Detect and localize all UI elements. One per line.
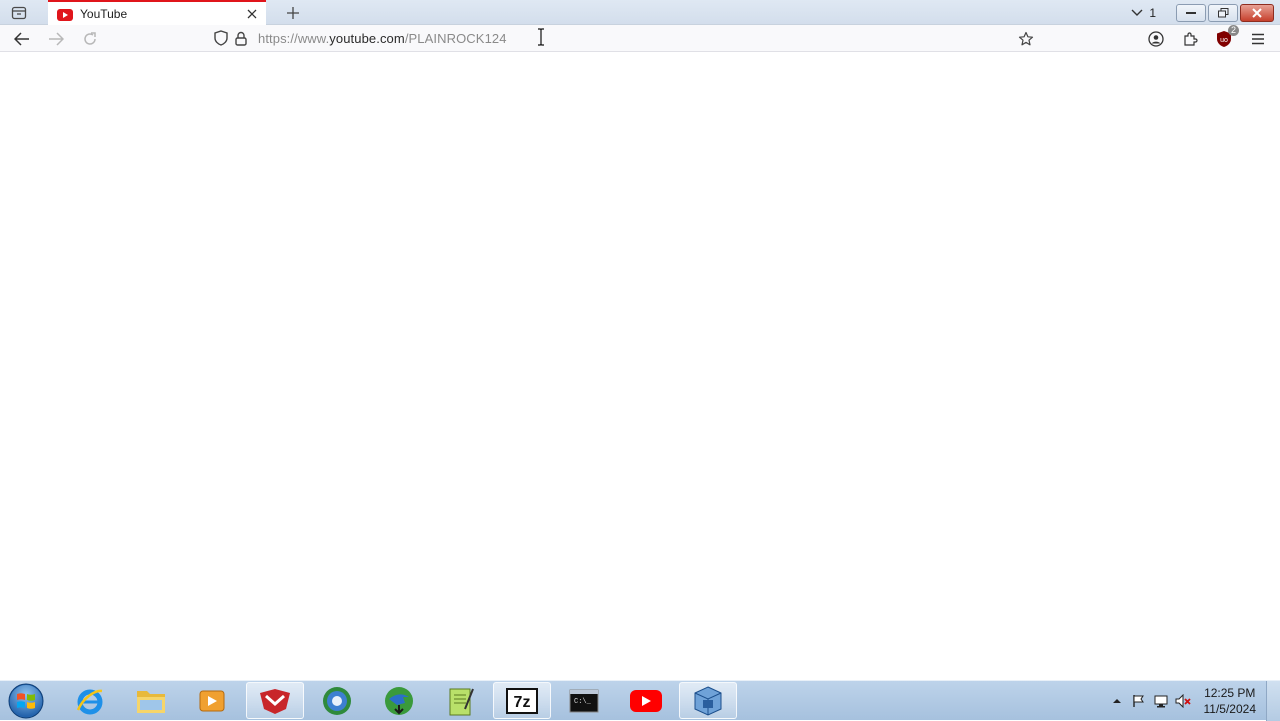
bookmark-star-button[interactable] <box>1016 29 1036 49</box>
media-player-icon <box>199 689 225 713</box>
taskbar-7zip[interactable]: 7z <box>493 682 551 719</box>
command-prompt-icon: C:\_ <box>569 689 599 713</box>
tab-youtube[interactable]: YouTube <box>48 0 266 25</box>
puzzle-icon <box>1182 31 1198 47</box>
text-cursor-icon <box>537 28 545 46</box>
ublock-button[interactable]: uo 2 <box>1212 27 1236 51</box>
taskbar-red-app[interactable] <box>246 682 304 719</box>
show-desktop-button[interactable] <box>1266 681 1280 721</box>
tab-list-icon[interactable] <box>6 3 32 23</box>
taskbar-globe-app[interactable] <box>308 682 366 719</box>
close-icon <box>1252 8 1262 18</box>
system-tray: 12:25 PM 11/5/2024 <box>1106 681 1280 721</box>
action-center-flag-icon[interactable] <box>1128 690 1150 712</box>
url-text[interactable]: https://www.youtube.com/PLAINROCK124 <box>258 31 507 46</box>
minimize-icon <box>1186 11 1196 15</box>
app-red-icon <box>258 687 292 715</box>
url-host: youtube.com <box>329 31 405 46</box>
close-window-button[interactable] <box>1240 4 1274 22</box>
file-explorer-icon <box>135 687 167 715</box>
restore-icon <box>1218 8 1229 18</box>
taskbar-download-manager[interactable] <box>370 682 428 719</box>
reload-button[interactable] <box>78 27 102 51</box>
toolbar-right: uo 2 <box>1144 27 1270 51</box>
extension-badge: 2 <box>1228 25 1239 36</box>
taskbar-notepad[interactable] <box>432 682 490 719</box>
clock-time: 12:25 PM <box>1204 685 1257 701</box>
internet-explorer-icon <box>75 686 105 716</box>
youtube-icon <box>57 8 73 20</box>
tray-show-hidden-icon[interactable] <box>1106 690 1128 712</box>
virtualbox-icon <box>693 685 723 717</box>
close-icon[interactable] <box>242 4 262 24</box>
taskbar-file-explorer[interactable] <box>122 682 180 719</box>
url-scheme: https://www. <box>258 31 329 46</box>
account-icon <box>1148 31 1164 47</box>
taskbar-clock[interactable]: 12:25 PM 11/5/2024 <box>1204 685 1257 717</box>
taskbar-youtube[interactable] <box>617 682 675 719</box>
globe-app-icon <box>321 685 353 717</box>
taskbar: 7z C:\_ 12:25 PM 11/5/2024 <box>0 680 1280 720</box>
svg-text:7z: 7z <box>514 694 531 711</box>
svg-text:C:\_: C:\_ <box>574 698 592 706</box>
window-controls: 1 <box>1131 0 1280 25</box>
notepad-icon <box>447 685 475 717</box>
lock-icon[interactable] <box>232 29 250 47</box>
volume-muted-icon[interactable] <box>1172 690 1194 712</box>
tracking-protection-icon[interactable] <box>212 29 230 47</box>
chevron-down-icon <box>1131 9 1143 17</box>
new-tab-button[interactable] <box>282 2 304 24</box>
taskbar-virtualbox[interactable] <box>679 682 737 719</box>
address-bar[interactable]: https://www.youtube.com/PLAINROCK124 <box>206 26 1046 50</box>
extensions-button[interactable] <box>1178 27 1202 51</box>
back-arrow-icon <box>14 32 30 46</box>
account-button[interactable] <box>1144 27 1168 51</box>
download-manager-icon <box>383 685 415 717</box>
url-path: /PLAINROCK124 <box>405 31 507 46</box>
youtube-icon <box>630 689 662 713</box>
minimize-button[interactable] <box>1176 4 1206 22</box>
tab-title: YouTube <box>80 7 242 21</box>
forward-arrow-icon <box>48 32 64 46</box>
forward-button[interactable] <box>44 27 68 51</box>
7zip-icon: 7z <box>506 688 538 714</box>
clock-date: 11/5/2024 <box>1204 701 1257 717</box>
taskbar-command-prompt[interactable]: C:\_ <box>555 682 613 719</box>
reload-icon <box>82 31 98 47</box>
tab-count: 1 <box>1149 6 1156 20</box>
hamburger-menu-icon <box>1251 33 1265 45</box>
network-icon[interactable] <box>1150 690 1172 712</box>
taskbar-internet-explorer[interactable] <box>61 682 119 719</box>
page-content <box>0 52 1280 680</box>
tab-overflow-button[interactable]: 1 <box>1131 6 1156 20</box>
navigation-bar: https://www.youtube.com/PLAINROCK124 <box>0 25 1280 52</box>
windows-start-icon <box>8 683 44 719</box>
start-button[interactable] <box>6 683 46 719</box>
svg-text:uo: uo <box>1220 37 1228 44</box>
menu-button[interactable] <box>1246 27 1270 51</box>
back-button[interactable] <box>10 27 34 51</box>
restore-button[interactable] <box>1208 4 1238 22</box>
star-icon <box>1018 31 1034 47</box>
tab-strip: YouTube 1 <box>0 0 1280 25</box>
taskbar-media-player[interactable] <box>183 682 241 719</box>
